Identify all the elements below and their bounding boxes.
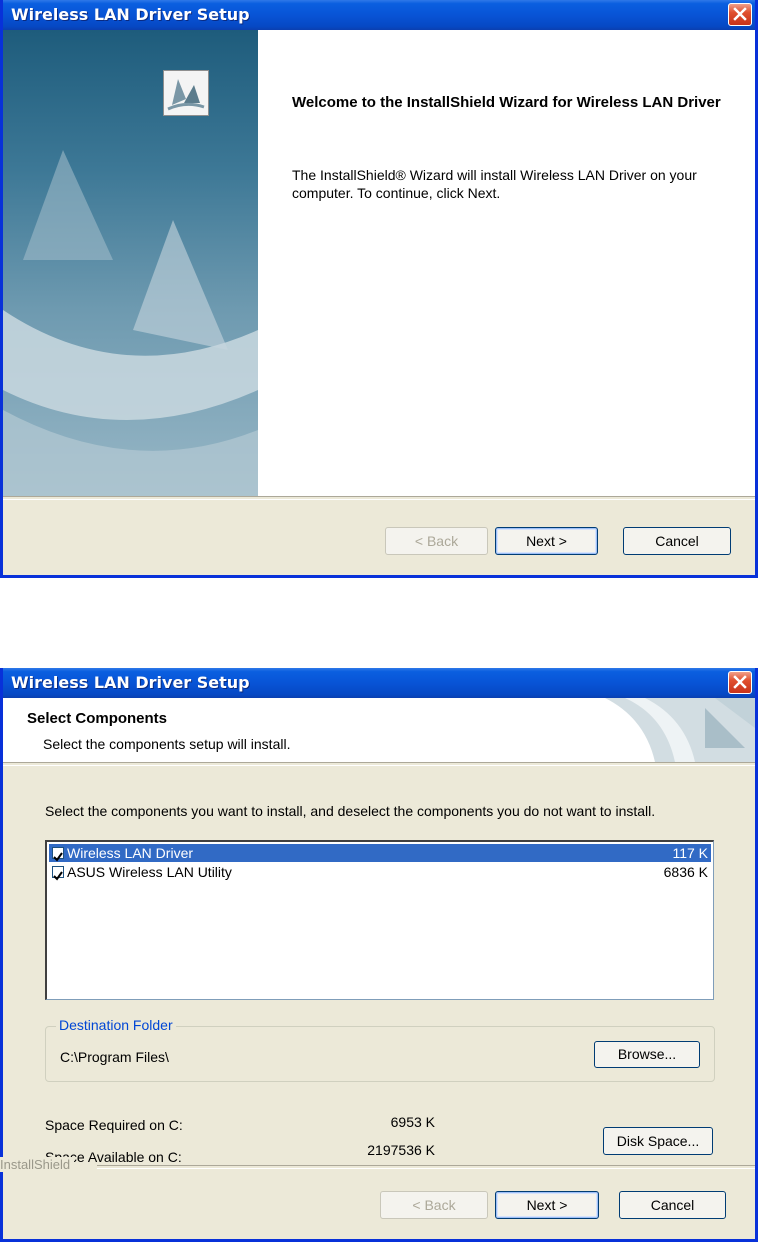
welcome-heading: Welcome to the InstallShield Wizard for …: [292, 94, 721, 111]
window-title: Wireless LAN Driver Setup: [11, 673, 250, 692]
browse-button[interactable]: Browse...: [594, 1041, 700, 1068]
title-bar[interactable]: Wireless LAN Driver Setup: [3, 0, 755, 30]
welcome-panel: Welcome to the InstallShield Wizard for …: [163, 30, 755, 496]
installshield-label: InstallShield: [0, 1157, 75, 1172]
title-bar[interactable]: Wireless LAN Driver Setup: [3, 668, 755, 698]
installshield-corner-graphic: [605, 698, 755, 762]
disk-space-button[interactable]: Disk Space...: [603, 1127, 713, 1155]
page-subtitle: Select the components setup will install…: [43, 736, 291, 752]
close-button[interactable]: [728, 3, 752, 26]
destination-folder-legend: Destination Folder: [56, 1017, 176, 1033]
checkmark-icon: [53, 871, 63, 881]
destination-path: C:\Program Files\: [60, 1049, 169, 1065]
back-button[interactable]: < Back: [385, 527, 488, 555]
next-button[interactable]: Next >: [495, 1191, 599, 1219]
checkmark-icon: [53, 852, 63, 862]
window-title: Wireless LAN Driver Setup: [11, 5, 250, 24]
back-button[interactable]: < Back: [380, 1191, 488, 1219]
installshield-wave-graphic: [3, 150, 258, 496]
space-required-label: Space Required on C:: [45, 1117, 183, 1133]
destination-folder-group: Destination Folder C:\Program Files\ Bro…: [45, 1017, 715, 1082]
page-title: Select Components: [27, 710, 168, 727]
component-checkbox[interactable]: [52, 847, 64, 862]
close-icon: [733, 675, 747, 689]
space-available-value: 2197536 K: [367, 1142, 435, 1158]
page-header: Select Components Select the components …: [3, 698, 755, 762]
close-button[interactable]: [728, 671, 752, 694]
wizard-side-graphic: [3, 30, 258, 496]
next-button[interactable]: Next >: [495, 527, 598, 555]
component-label: Wireless LAN Driver: [67, 845, 194, 861]
close-icon: [733, 7, 747, 21]
welcome-body: The InstallShield® Wizard will install W…: [292, 167, 697, 201]
space-required-value: 6953 K: [390, 1114, 435, 1130]
installshield-divider: [97, 1165, 755, 1169]
component-checkbox[interactable]: [52, 866, 64, 881]
component-row[interactable]: Wireless LAN Driver 117 K: [49, 844, 711, 862]
separator: [3, 496, 755, 500]
cancel-button[interactable]: Cancel: [619, 1191, 726, 1219]
component-size: 6836 K: [663, 864, 708, 880]
instruction-text: Select the components you want to instal…: [45, 803, 656, 819]
welcome-dialog: Wireless LAN Driver Setup Welcome to the…: [0, 0, 758, 578]
installshield-logo-icon: [163, 70, 209, 116]
component-label: ASUS Wireless LAN Utility: [67, 864, 232, 880]
separator: [3, 762, 755, 766]
component-row[interactable]: ASUS Wireless LAN Utility 6836 K: [49, 863, 711, 881]
component-size: 117 K: [672, 845, 708, 861]
select-components-dialog: Wireless LAN Driver Setup Select Compone…: [0, 668, 758, 1242]
cancel-button[interactable]: Cancel: [623, 527, 731, 555]
components-list[interactable]: Wireless LAN Driver 117 K ASUS Wireless …: [45, 840, 714, 1000]
